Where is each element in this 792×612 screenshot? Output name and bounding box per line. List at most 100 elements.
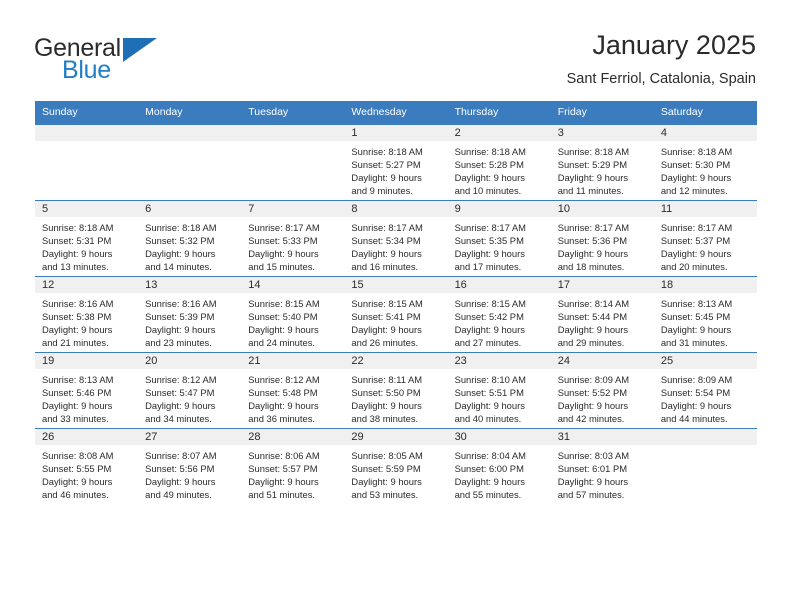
day-detail-daylight-line2: and 42 minutes. bbox=[557, 413, 625, 425]
calendar-day-cell[interactable]: 15 Sunrise: 8:15 AM Sunset: 5:41 PM Dayligh… bbox=[344, 276, 448, 353]
day-number: 27 bbox=[138, 429, 242, 446]
day-detail-daylight-line2: and 12 minutes. bbox=[660, 185, 728, 197]
calendar-header-row: Sunday Monday Tuesday Wednesday Thursday… bbox=[35, 101, 757, 125]
day-detail-sunrise: Sunrise: 8:09 AM bbox=[660, 374, 733, 386]
day-number: 23 bbox=[447, 353, 551, 370]
calendar-day-cell[interactable]: 9 Sunrise: 8:17 AM Sunset: 5:35 PM Daylight… bbox=[447, 200, 551, 277]
calendar-day-cell[interactable]: 16 Sunrise: 8:15 AM Sunset: 5:42 PM Dayligh… bbox=[447, 276, 551, 353]
day-details: Sunrise: 8:18 AM Sunset: 5:28 PM Daylight:… bbox=[448, 141, 551, 197]
day-detail-sunrise: Sunrise: 8:13 AM bbox=[660, 298, 733, 310]
calendar-day-cell[interactable]: 31 Sunrise: 8:03 AM Sunset: 6:01 PM Dayligh… bbox=[550, 428, 654, 505]
day-detail-daylight-line1: Daylight: 9 hours bbox=[660, 172, 732, 184]
calendar-day-cell[interactable]: 14 Sunrise: 8:15 AM Sunset: 5:40 PM Dayligh… bbox=[241, 276, 345, 353]
weekday-header-saturday: Saturday bbox=[653, 101, 757, 125]
day-detail-daylight-line1: Daylight: 9 hours bbox=[454, 324, 525, 336]
day-details: Sunrise: 8:18 AM Sunset: 5:30 PM Daylight:… bbox=[654, 141, 757, 197]
calendar-day-cell[interactable]: 20 Sunrise: 8:12 AM Sunset: 5:47 PM Dayligh… bbox=[138, 352, 242, 429]
day-detail-sunrise: Sunrise: 8:10 AM bbox=[454, 374, 526, 386]
day-number: 4 bbox=[653, 125, 757, 142]
day-detail-sunset: Sunset: 5:28 PM bbox=[454, 159, 524, 171]
day-details: Sunrise: 8:18 AM Sunset: 5:32 PM Daylight:… bbox=[138, 217, 241, 273]
day-details: Sunrise: 8:16 AM Sunset: 5:38 PM Daylight:… bbox=[35, 293, 138, 349]
day-detail-sunset: Sunset: 5:33 PM bbox=[248, 235, 318, 247]
day-detail-daylight-line2: and 18 minutes. bbox=[557, 261, 625, 273]
day-details: Sunrise: 8:05 AM Sunset: 5:59 PM Daylight:… bbox=[344, 445, 447, 501]
day-detail-daylight-line1: Daylight: 9 hours bbox=[351, 248, 422, 260]
day-detail-daylight-line2: and 55 minutes. bbox=[454, 489, 522, 501]
calendar-day-cell[interactable]: 3 Sunrise: 8:18 AM Sunset: 5:29 PM Daylight… bbox=[550, 124, 654, 201]
day-number: 11 bbox=[653, 201, 757, 218]
day-detail-daylight-line2: and 49 minutes. bbox=[145, 489, 212, 501]
day-details: Sunrise: 8:08 AM Sunset: 5:55 PM Daylight:… bbox=[35, 445, 138, 501]
calendar-day-cell[interactable]: 4 Sunrise: 8:18 AM Sunset: 5:30 PM Daylight… bbox=[653, 124, 757, 201]
day-detail-sunrise: Sunrise: 8:15 AM bbox=[454, 298, 526, 310]
day-detail-daylight-line2: and 36 minutes. bbox=[248, 413, 315, 425]
calendar-day-cell[interactable]: 10 Sunrise: 8:17 AM Sunset: 5:36 PM Dayligh… bbox=[550, 200, 654, 277]
calendar-day-cell[interactable]: 28 Sunrise: 8:06 AM Sunset: 5:57 PM Dayligh… bbox=[241, 428, 345, 505]
calendar-day-cell[interactable]: 23 Sunrise: 8:10 AM Sunset: 5:51 PM Dayligh… bbox=[447, 352, 551, 429]
calendar-day-cell[interactable]: 1 Sunrise: 8:18 AM Sunset: 5:27 PM Daylight… bbox=[344, 124, 448, 201]
day-number: 28 bbox=[241, 429, 345, 446]
calendar-page: General Blue January 2025 Sant Ferriol, … bbox=[0, 0, 792, 612]
calendar-day-cell[interactable]: 2 Sunrise: 8:18 AM Sunset: 5:28 PM Daylight… bbox=[447, 124, 551, 201]
calendar-day-cell[interactable]: 6 Sunrise: 8:18 AM Sunset: 5:32 PM Daylight… bbox=[138, 200, 242, 277]
day-detail-daylight-line1: Daylight: 9 hours bbox=[351, 324, 422, 336]
day-detail-sunrise: Sunrise: 8:14 AM bbox=[557, 298, 630, 310]
day-detail-sunset: Sunset: 5:51 PM bbox=[454, 387, 524, 399]
day-detail-sunset: Sunset: 5:42 PM bbox=[454, 311, 524, 323]
calendar-day-cell[interactable]: 27 Sunrise: 8:07 AM Sunset: 5:56 PM Dayligh… bbox=[138, 428, 242, 505]
calendar-day-cell[interactable]: 22 Sunrise: 8:11 AM Sunset: 5:50 PM Dayligh… bbox=[344, 352, 448, 429]
calendar-day-cell[interactable]: 7 Sunrise: 8:17 AM Sunset: 5:33 PM Daylight… bbox=[241, 200, 345, 277]
calendar-day-cell[interactable]: 5 Sunrise: 8:18 AM Sunset: 5:31 PM Daylight… bbox=[35, 200, 139, 277]
day-number: 8 bbox=[344, 201, 448, 218]
day-detail-sunset: Sunset: 5:29 PM bbox=[557, 159, 628, 171]
day-detail-daylight-line2: and 38 minutes. bbox=[351, 413, 419, 425]
day-detail-daylight-line2: and 9 minutes. bbox=[351, 185, 413, 197]
day-detail-sunset: Sunset: 5:27 PM bbox=[351, 159, 421, 171]
day-detail-sunset: Sunset: 5:55 PM bbox=[42, 463, 112, 475]
calendar-day-cell-empty bbox=[241, 124, 345, 201]
calendar-day-cell[interactable]: 30 Sunrise: 8:04 AM Sunset: 6:00 PM Dayligh… bbox=[447, 428, 551, 505]
day-number: 17 bbox=[550, 277, 654, 294]
day-detail-daylight-line1: Daylight: 9 hours bbox=[145, 248, 216, 260]
day-detail-daylight-line1: Daylight: 9 hours bbox=[42, 400, 113, 412]
calendar-day-cell[interactable]: 18 Sunrise: 8:13 AM Sunset: 5:45 PM Dayligh… bbox=[653, 276, 757, 353]
day-details: Sunrise: 8:12 AM Sunset: 5:47 PM Daylight:… bbox=[138, 369, 241, 425]
day-detail-daylight-line1: Daylight: 9 hours bbox=[660, 324, 732, 336]
calendar-day-cell[interactable]: 25 Sunrise: 8:09 AM Sunset: 5:54 PM Dayligh… bbox=[653, 352, 757, 429]
calendar-week-row: 1 Sunrise: 8:18 AM Sunset: 5:27 PM Daylight… bbox=[35, 124, 757, 201]
day-detail-daylight-line1: Daylight: 9 hours bbox=[248, 400, 319, 412]
weekday-header-thursday: Thursday bbox=[447, 101, 551, 125]
calendar-day-cell[interactable]: 21 Sunrise: 8:12 AM Sunset: 5:48 PM Dayligh… bbox=[241, 352, 345, 429]
day-detail-daylight-line1: Daylight: 9 hours bbox=[145, 400, 216, 412]
day-detail-daylight-line2: and 26 minutes. bbox=[351, 337, 419, 349]
day-detail-sunrise: Sunrise: 8:09 AM bbox=[557, 374, 630, 386]
day-detail-sunrise: Sunrise: 8:18 AM bbox=[557, 146, 630, 158]
day-detail-sunrise: Sunrise: 8:12 AM bbox=[248, 374, 320, 386]
calendar-day-cell[interactable]: 24 Sunrise: 8:09 AM Sunset: 5:52 PM Dayligh… bbox=[550, 352, 654, 429]
day-detail-daylight-line1: Daylight: 9 hours bbox=[454, 248, 525, 260]
day-detail-sunrise: Sunrise: 8:06 AM bbox=[248, 450, 320, 462]
calendar-day-cell[interactable]: 26 Sunrise: 8:08 AM Sunset: 5:55 PM Dayligh… bbox=[35, 428, 139, 505]
day-number: 30 bbox=[447, 429, 551, 446]
brand-logo[interactable]: General Blue bbox=[34, 28, 164, 86]
day-detail-daylight-line1: Daylight: 9 hours bbox=[145, 324, 216, 336]
triangle-logo-icon bbox=[123, 38, 157, 62]
day-detail-sunset: Sunset: 5:44 PM bbox=[557, 311, 628, 323]
day-details: Sunrise: 8:18 AM Sunset: 5:27 PM Daylight:… bbox=[344, 141, 447, 197]
day-detail-sunrise: Sunrise: 8:18 AM bbox=[660, 146, 733, 158]
calendar-day-cell[interactable]: 13 Sunrise: 8:16 AM Sunset: 5:39 PM Dayligh… bbox=[138, 276, 242, 353]
day-details: Sunrise: 8:17 AM Sunset: 5:35 PM Daylight:… bbox=[448, 217, 551, 273]
day-detail-sunrise: Sunrise: 8:16 AM bbox=[145, 298, 217, 310]
day-detail-daylight-line1: Daylight: 9 hours bbox=[557, 324, 629, 336]
calendar-day-cell[interactable]: 12 Sunrise: 8:16 AM Sunset: 5:38 PM Dayligh… bbox=[35, 276, 139, 353]
day-detail-sunset: Sunset: 5:54 PM bbox=[660, 387, 731, 399]
calendar-day-cell[interactable]: 29 Sunrise: 8:05 AM Sunset: 5:59 PM Dayligh… bbox=[344, 428, 448, 505]
day-number: 24 bbox=[550, 353, 654, 370]
calendar-day-cell[interactable]: 11 Sunrise: 8:17 AM Sunset: 5:37 PM Dayligh… bbox=[653, 200, 757, 277]
calendar-day-cell[interactable]: 19 Sunrise: 8:13 AM Sunset: 5:46 PM Dayligh… bbox=[35, 352, 139, 429]
day-detail-daylight-line2: and 53 minutes. bbox=[351, 489, 419, 501]
calendar-week-row: 5 Sunrise: 8:18 AM Sunset: 5:31 PM Daylight… bbox=[35, 200, 757, 277]
calendar-day-cell[interactable]: 17 Sunrise: 8:14 AM Sunset: 5:44 PM Dayligh… bbox=[550, 276, 654, 353]
calendar-day-cell[interactable]: 8 Sunrise: 8:17 AM Sunset: 5:34 PM Daylight… bbox=[344, 200, 448, 277]
